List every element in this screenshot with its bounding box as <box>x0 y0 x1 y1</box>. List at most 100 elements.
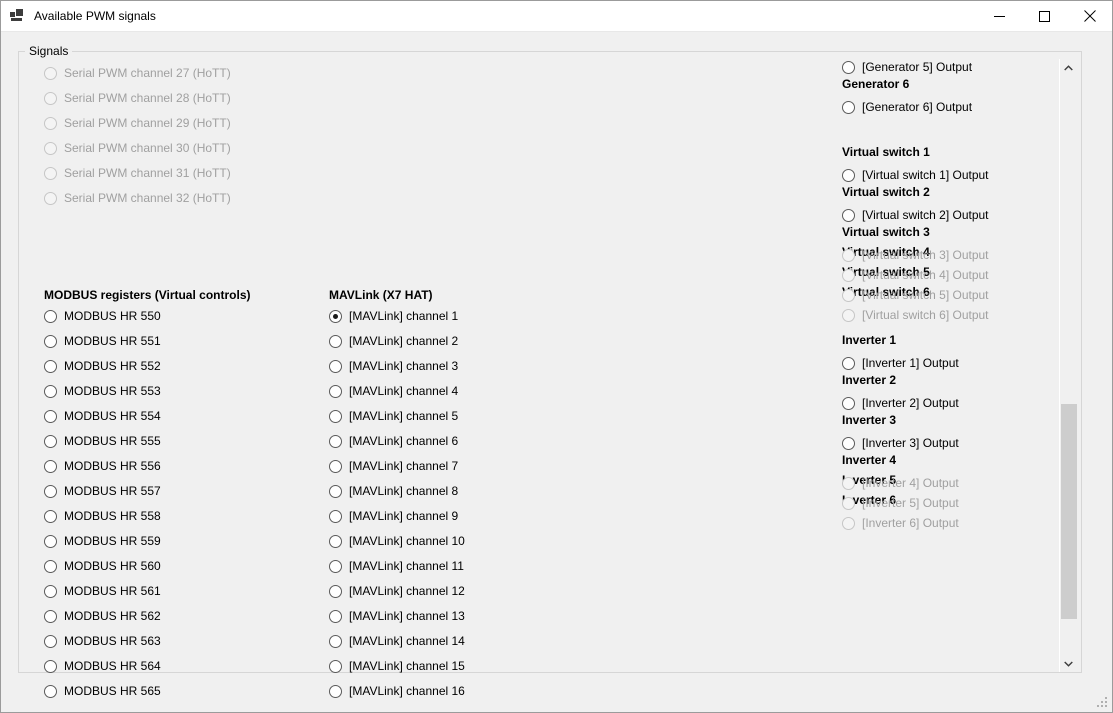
output-group-title: Virtual switch 1 <box>842 145 930 159</box>
modbus-radio-16[interactable]: MODBUS HR 565 <box>44 683 161 699</box>
modbus-radio-10[interactable]: MODBUS HR 559 <box>44 533 161 549</box>
mavlink-radio-label: [MAVLink] channel 4 <box>349 384 459 398</box>
modbus-radio-11[interactable]: MODBUS HR 560 <box>44 558 161 574</box>
output-radio-label: [Inverter 5] Output <box>862 496 959 510</box>
mavlink-radio-14[interactable]: [MAVLink] channel 14 <box>329 633 465 649</box>
radio-button-icon[interactable] <box>329 309 342 323</box>
radio-button-icon[interactable] <box>44 684 57 698</box>
radio-button-icon[interactable] <box>329 509 342 523</box>
modbus-radio-3[interactable]: MODBUS HR 552 <box>44 358 161 374</box>
output-radio-11-1[interactable]: [Inverter 3] Output <box>821 433 1061 453</box>
window-controls <box>977 1 1112 31</box>
output-radio-10-1[interactable]: [Inverter 2] Output <box>821 393 1061 413</box>
mavlink-radio-16[interactable]: [MAVLink] channel 16 <box>329 683 465 699</box>
modbus-radio-2[interactable]: MODBUS HR 551 <box>44 333 161 349</box>
radio-button-icon[interactable] <box>329 334 342 348</box>
radio-button-icon[interactable] <box>329 634 342 648</box>
radio-button-icon[interactable] <box>329 384 342 398</box>
output-group-title: Generator 6 <box>842 77 910 91</box>
mavlink-radio-13[interactable]: [MAVLink] channel 13 <box>329 608 465 624</box>
modbus-radio-14[interactable]: MODBUS HR 563 <box>44 633 161 649</box>
modbus-radio-9[interactable]: MODBUS HR 558 <box>44 508 161 524</box>
output-radio-2-1[interactable]: [Generator 6] Output <box>821 97 1061 117</box>
modbus-radio-13[interactable]: MODBUS HR 562 <box>44 608 161 624</box>
radio-button-icon[interactable] <box>329 584 342 598</box>
radio-button-icon[interactable] <box>842 60 855 74</box>
chevron-down-icon[interactable] <box>1060 655 1077 672</box>
radio-button-icon[interactable] <box>44 534 57 548</box>
mavlink-radio-4[interactable]: [MAVLink] channel 4 <box>329 383 458 399</box>
radio-button-icon[interactable] <box>842 100 855 114</box>
modbus-radio-label: MODBUS HR 562 <box>64 609 161 623</box>
radio-button-icon[interactable] <box>842 396 855 410</box>
radio-button-icon[interactable] <box>44 384 57 398</box>
radio-button-icon[interactable] <box>44 509 57 523</box>
modbus-radio-4[interactable]: MODBUS HR 553 <box>44 383 161 399</box>
mavlink-radio-9[interactable]: [MAVLink] channel 9 <box>329 508 458 524</box>
radio-button-icon[interactable] <box>44 359 57 373</box>
radio-button-icon[interactable] <box>44 609 57 623</box>
radio-button-icon[interactable] <box>44 309 57 323</box>
client-area: Signals Serial PWM channel 27 (HoTT) Seri… <box>1 32 1112 712</box>
radio-button-icon[interactable] <box>44 459 57 473</box>
outputs-list: Generator 5[Generator 5] OutputGenerator… <box>821 59 1061 530</box>
radio-button-icon <box>842 308 855 322</box>
scrollbar-thumb[interactable] <box>1061 404 1077 619</box>
radio-button-icon[interactable] <box>44 434 57 448</box>
radio-button-icon <box>842 288 855 302</box>
radio-button-icon[interactable] <box>842 168 855 182</box>
mavlink-radio-label: [MAVLink] channel 13 <box>349 609 465 623</box>
mavlink-radio-7[interactable]: [MAVLink] channel 7 <box>329 458 458 474</box>
radio-button-icon[interactable] <box>329 359 342 373</box>
output-radio-3-1[interactable]: [Virtual switch 1] Output <box>821 165 1061 185</box>
modbus-radio-12[interactable]: MODBUS HR 561 <box>44 583 161 599</box>
modbus-radio-1[interactable]: MODBUS HR 550 <box>44 308 161 324</box>
radio-button-icon[interactable] <box>44 409 57 423</box>
mavlink-radio-5[interactable]: [MAVLink] channel 5 <box>329 408 458 424</box>
mavlink-radio-1[interactable]: [MAVLink] channel 1 <box>329 308 458 324</box>
modbus-radio-8[interactable]: MODBUS HR 557 <box>44 483 161 499</box>
serial-pwm-radio-3: Serial PWM channel 29 (HoTT) <box>44 115 231 131</box>
radio-button-icon[interactable] <box>842 208 855 222</box>
radio-button-icon[interactable] <box>44 484 57 498</box>
mavlink-radio-6[interactable]: [MAVLink] channel 6 <box>329 433 458 449</box>
radio-button-icon[interactable] <box>44 584 57 598</box>
mavlink-radio-15[interactable]: [MAVLink] channel 15 <box>329 658 465 674</box>
modbus-radio-5[interactable]: MODBUS HR 554 <box>44 408 161 424</box>
modbus-radio-6[interactable]: MODBUS HR 555 <box>44 433 161 449</box>
mavlink-radio-2[interactable]: [MAVLink] channel 2 <box>329 333 458 349</box>
close-icon[interactable] <box>1067 1 1112 31</box>
maximize-icon[interactable] <box>1022 1 1067 31</box>
output-radio-4-1[interactable]: [Virtual switch 2] Output <box>821 205 1061 225</box>
output-radio-5-1: [Virtual switch 3] Output <box>821 245 989 265</box>
radio-button-icon[interactable] <box>329 459 342 473</box>
output-radio-9-1[interactable]: [Inverter 1] Output <box>821 353 1061 373</box>
radio-button-icon[interactable] <box>329 484 342 498</box>
output-radio-1-1[interactable]: [Generator 5] Output <box>821 59 1061 77</box>
radio-button-icon[interactable] <box>329 534 342 548</box>
mavlink-radio-8[interactable]: [MAVLink] channel 8 <box>329 483 458 499</box>
mavlink-radio-11[interactable]: [MAVLink] channel 11 <box>329 558 464 574</box>
mavlink-radio-10[interactable]: [MAVLink] channel 10 <box>329 533 465 549</box>
radio-button-icon[interactable] <box>842 436 855 450</box>
modbus-radio-7[interactable]: MODBUS HR 556 <box>44 458 161 474</box>
radio-button-icon[interactable] <box>329 659 342 673</box>
resize-grip[interactable] <box>1097 697 1109 709</box>
outputs-scrollbar[interactable] <box>1059 59 1077 672</box>
radio-button-icon[interactable] <box>44 559 57 573</box>
minimize-icon[interactable] <box>977 1 1022 31</box>
radio-button-icon[interactable] <box>44 634 57 648</box>
mavlink-radio-12[interactable]: [MAVLink] channel 12 <box>329 583 465 599</box>
radio-button-icon <box>44 116 57 130</box>
radio-button-icon[interactable] <box>329 409 342 423</box>
radio-button-icon[interactable] <box>329 684 342 698</box>
radio-button-icon[interactable] <box>329 434 342 448</box>
radio-button-icon[interactable] <box>842 356 855 370</box>
modbus-radio-15[interactable]: MODBUS HR 564 <box>44 658 161 674</box>
chevron-up-icon[interactable] <box>1060 59 1077 76</box>
mavlink-radio-3[interactable]: [MAVLink] channel 3 <box>329 358 458 374</box>
radio-button-icon[interactable] <box>44 334 57 348</box>
radio-button-icon[interactable] <box>329 609 342 623</box>
radio-button-icon[interactable] <box>329 559 342 573</box>
radio-button-icon[interactable] <box>44 659 57 673</box>
